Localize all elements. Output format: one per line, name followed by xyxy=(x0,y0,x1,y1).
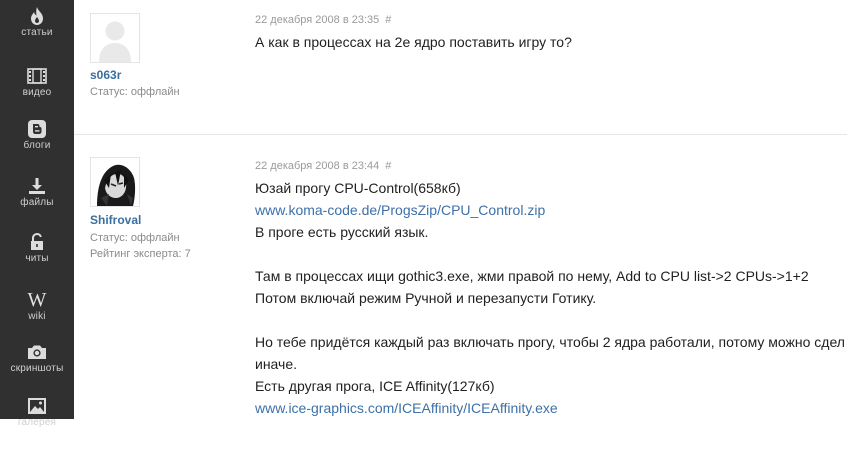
comment-text-line: Есть другая прога, ICE Affinity(127кб) xyxy=(255,378,495,394)
avatar[interactable] xyxy=(90,13,140,63)
image-icon xyxy=(0,394,74,418)
permalink-anchor[interactable]: # xyxy=(385,14,391,26)
camera-icon xyxy=(0,340,74,364)
film-icon xyxy=(0,64,74,88)
sidebar-item-label: скриншоты xyxy=(10,363,64,374)
unlock-icon xyxy=(0,230,74,254)
sidebar-item-gallery[interactable]: галерея xyxy=(0,390,74,450)
sidebar-item-screenshots[interactable]: скриншоты xyxy=(0,336,74,396)
permalink-anchor[interactable]: # xyxy=(385,160,391,172)
comment-meta: 22 декабря 2008 в 23:35 # xyxy=(255,14,391,26)
flame-icon xyxy=(0,4,74,28)
sidebar-item-label: файлы xyxy=(20,197,54,208)
expert-rating: Рейтинг эксперта: 7 xyxy=(90,248,191,260)
user-status: Статус: оффлайн xyxy=(90,86,180,98)
sidebar: статьи видео блоги файлы читы W wiki скр… xyxy=(0,0,74,428)
username[interactable]: s063r xyxy=(90,68,121,82)
comment: Shifroval Статус: оффлайн Рейтинг экспер… xyxy=(74,134,847,420)
comment-text-line: А как в процессах на 2е ядро поставить и… xyxy=(255,34,572,50)
comment-text-line: Потом включай режим Ручной и перезапусти… xyxy=(255,290,597,306)
sidebar-item-blogs[interactable]: блоги xyxy=(0,113,74,173)
comment-meta: 22 декабря 2008 в 23:44 # xyxy=(255,160,391,172)
sidebar-item-wiki[interactable]: W wiki xyxy=(0,284,74,344)
sidebar-item-label: статьи xyxy=(21,27,53,38)
sidebar-item-label: блоги xyxy=(23,140,51,151)
blogger-icon xyxy=(0,117,74,141)
comments-list: s063r Статус: оффлайн 22 декабря 2008 в … xyxy=(74,0,847,419)
sidebar-item-label: видео xyxy=(22,87,52,98)
download-icon xyxy=(0,174,74,198)
username[interactable]: Shifroval xyxy=(90,213,141,227)
sidebar-item-label: wiki xyxy=(28,311,46,322)
avatar[interactable] xyxy=(90,157,140,207)
download-link[interactable]: www.koma-code.de/ProgsZip/CPU_Control.zi… xyxy=(255,202,545,218)
sidebar-item-articles[interactable]: статьи xyxy=(0,0,74,60)
download-link[interactable]: www.ice-graphics.com/ICEAffinity/ICEAffi… xyxy=(255,400,558,416)
comment-text-line: В проге есть русский язык. xyxy=(255,224,429,240)
wiki-icon: W xyxy=(27,289,47,311)
comment-text-line: Юзай прогу CPU-Control(658кб) xyxy=(255,180,461,196)
sidebar-item-files[interactable]: файлы xyxy=(0,170,74,230)
user-status: Статус: оффлайн xyxy=(90,232,180,244)
sidebar-item-label: читы xyxy=(25,253,49,264)
sidebar-item-cheats[interactable]: читы xyxy=(0,226,74,286)
comment-date: 22 декабря 2008 в 23:44 xyxy=(255,160,380,172)
comment-text-line: Там в процессах ищи gothic3.exe, жми пра… xyxy=(255,268,809,284)
comment-date: 22 декабря 2008 в 23:35 xyxy=(255,14,380,26)
comment-text-line: Но тебе придётся каждый раз включать про… xyxy=(255,334,845,350)
comment: s063r Статус: оффлайн 22 декабря 2008 в … xyxy=(74,0,847,134)
sidebar-item-video[interactable]: видео xyxy=(0,60,74,120)
comment-text-line: иначе. xyxy=(255,356,297,372)
